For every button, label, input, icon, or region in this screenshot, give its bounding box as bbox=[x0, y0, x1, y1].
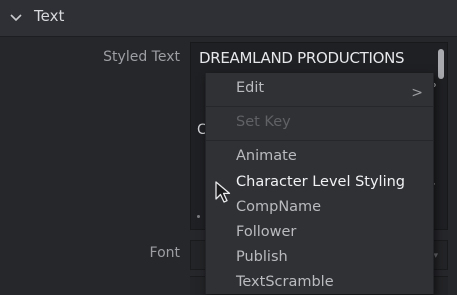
resize-dot bbox=[197, 215, 200, 218]
menu-item-publish[interactable]: Publish bbox=[236, 249, 288, 265]
menu-item-edit[interactable]: Edit bbox=[236, 80, 264, 96]
menu-separator bbox=[206, 106, 433, 107]
styled-text-label: Styled Text bbox=[103, 49, 180, 65]
menu-item-textscramble[interactable]: TextScramble bbox=[236, 274, 334, 290]
submenu-arrow-icon: > bbox=[411, 85, 423, 101]
menu-item-character-level-styling[interactable]: Character Level Styling bbox=[236, 174, 405, 190]
section-title: Text bbox=[34, 7, 65, 25]
text-section-header[interactable]: Text bbox=[0, 0, 457, 37]
menu-item-set-key: Set Key bbox=[236, 114, 291, 130]
styled-text-value[interactable]: DREAMLAND PRODUCTIONS bbox=[199, 49, 405, 67]
chevron-down-icon[interactable] bbox=[9, 11, 23, 25]
menu-item-compname[interactable]: CompName bbox=[236, 199, 321, 215]
font-label: Font bbox=[149, 245, 180, 261]
dropdown-caret-icon: ▾ bbox=[433, 251, 438, 261]
menu-separator bbox=[206, 140, 433, 141]
menu-item-follower[interactable]: Follower bbox=[236, 224, 296, 240]
inspector-panel: Text Styled Text DREAMLAND PRODUCTIONS P… bbox=[0, 0, 457, 295]
textbox-scrollbar[interactable] bbox=[438, 49, 444, 79]
menu-item-animate[interactable]: Animate bbox=[236, 148, 297, 164]
context-menu: Edit > Set Key Animate Character Level S… bbox=[205, 73, 434, 294]
mouse-pointer-icon bbox=[215, 181, 231, 203]
